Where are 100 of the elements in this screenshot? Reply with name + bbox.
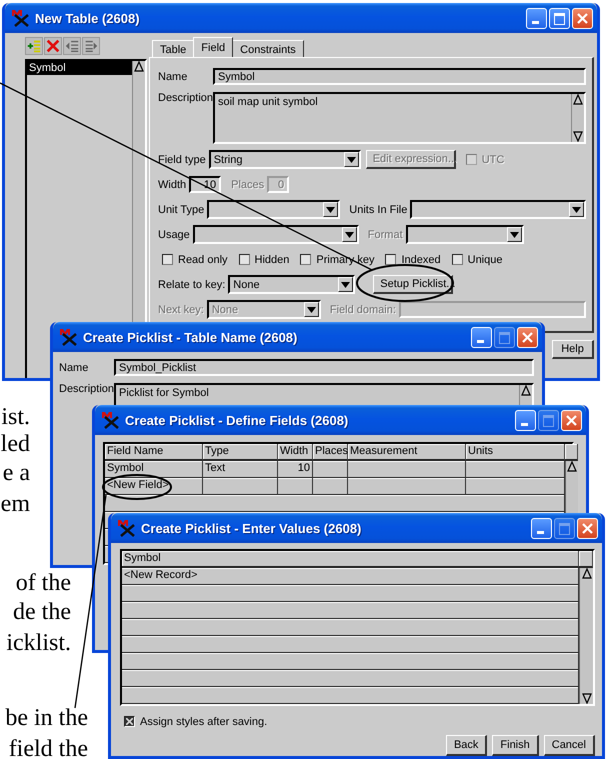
empty-row[interactable]	[122, 602, 579, 619]
empty-cell[interactable]	[466, 461, 565, 478]
tab[interactable]: Table	[152, 40, 194, 57]
close-button[interactable]	[572, 8, 593, 28]
table-cell[interactable]: <New Record>	[122, 568, 579, 585]
maximize-icon	[543, 414, 554, 426]
checkbox[interactable]	[238, 254, 250, 265]
text-area[interactable]: soil map unit symbol	[213, 92, 586, 144]
empty-cell[interactable]	[348, 461, 466, 478]
field-label: Field domain:	[330, 304, 396, 316]
empty-cell[interactable]	[348, 478, 466, 495]
minimize-button[interactable]	[526, 8, 547, 28]
close-button[interactable]	[561, 410, 582, 430]
dropdown-field[interactable]: String	[208, 150, 361, 169]
delete-icon[interactable]	[44, 37, 62, 55]
empty-cell[interactable]	[313, 478, 348, 495]
empty-row[interactable]	[122, 670, 579, 687]
maximize-button[interactable]	[549, 8, 570, 28]
close-icon	[565, 414, 578, 426]
page-text: de the	[12, 599, 71, 625]
column-header[interactable]: Measurement	[348, 444, 466, 461]
checkbox-label: Hidden	[254, 254, 290, 266]
table-cell[interactable]: Symbol	[105, 461, 203, 478]
minimize-icon	[477, 340, 484, 342]
window-title: Create Picklist - Table Name (2608)	[83, 330, 298, 344]
empty-row[interactable]	[105, 495, 565, 512]
page-text: led	[0, 431, 30, 457]
empty-cell[interactable]	[313, 461, 348, 478]
maximize-icon	[559, 522, 570, 534]
table-cell[interactable]: Text	[203, 461, 278, 478]
page-text: be in the	[4, 705, 88, 731]
field-label: Name	[158, 70, 188, 82]
checkbox-label: Read only	[178, 254, 228, 266]
scroll-up-icon[interactable]	[582, 568, 592, 580]
checkbox[interactable]	[385, 254, 396, 265]
scroll-up-icon[interactable]	[134, 61, 144, 73]
scroll-up-icon[interactable]	[521, 385, 531, 397]
empty-cell[interactable]	[466, 478, 565, 495]
dropdown-field[interactable]: None	[228, 275, 356, 294]
empty-cell[interactable]	[278, 478, 313, 495]
column-header[interactable]: Symbol	[122, 551, 579, 568]
maximize-icon	[554, 12, 565, 24]
dialog-button[interactable]: Back	[446, 735, 488, 756]
column-header[interactable]: Field Name	[105, 444, 203, 461]
column-header[interactable]: Units	[466, 444, 565, 461]
app-icon	[11, 9, 31, 27]
list-item[interactable]: Symbol	[27, 61, 132, 75]
table-cell[interactable]: 10	[278, 461, 313, 478]
app-icon	[117, 519, 137, 537]
empty-row[interactable]	[122, 653, 579, 670]
tab[interactable]: Constraints	[232, 40, 304, 57]
checkbox[interactable]	[124, 716, 135, 727]
close-button[interactable]	[517, 326, 538, 348]
empty-row[interactable]	[122, 687, 579, 704]
checkbox[interactable]	[300, 254, 312, 265]
tab[interactable]: Field	[193, 37, 234, 57]
scrollbar[interactable]	[579, 568, 593, 704]
app-icon	[59, 328, 79, 346]
minimize-icon	[532, 20, 539, 24]
minimize-button[interactable]	[515, 410, 536, 430]
empty-row[interactable]	[122, 636, 579, 653]
scrollbar[interactable]	[571, 94, 584, 142]
close-icon	[581, 522, 594, 534]
help-button[interactable]: Help	[552, 340, 594, 359]
field-label: Width	[158, 178, 186, 190]
field-label: Format	[368, 228, 403, 240]
scroll-up-icon[interactable]	[567, 461, 577, 473]
column-header[interactable]: Type	[203, 444, 278, 461]
dropdown-field[interactable]	[192, 225, 359, 244]
field-label: Unit Type	[158, 204, 204, 216]
close-button[interactable]	[577, 518, 598, 538]
page-text: em	[0, 491, 30, 517]
text-field[interactable]: Symbol	[213, 68, 586, 85]
checkbox[interactable]	[162, 254, 173, 265]
scroll-down-icon[interactable]	[573, 130, 583, 142]
empty-cell[interactable]	[203, 478, 278, 495]
scroll-down-icon[interactable]	[582, 692, 592, 704]
dropdown-field[interactable]	[410, 200, 586, 219]
dialog-button[interactable]: Finish	[492, 735, 539, 756]
column-header[interactable]: Width	[278, 444, 313, 461]
scroll-up-icon[interactable]	[573, 94, 583, 106]
page-text: ist.	[0, 404, 30, 430]
text-field[interactable]: Symbol_Picklist	[114, 359, 534, 376]
checkbox-label: Unique	[468, 254, 502, 266]
field-label: Name	[59, 362, 90, 374]
minimize-icon	[521, 422, 528, 426]
dropdown-field[interactable]	[207, 200, 340, 219]
dialog-button[interactable]: Cancel	[544, 735, 595, 756]
field-label: Description	[158, 92, 210, 104]
field-label: Relate to key:	[158, 278, 226, 290]
checkbox-label: Assign styles after saving.	[140, 716, 268, 728]
table-cell[interactable]: <New Field>	[105, 478, 203, 495]
add-list-icon[interactable]	[25, 37, 43, 55]
field-label: Description	[59, 383, 111, 395]
field-label: Field type	[158, 154, 206, 166]
checkbox[interactable]	[452, 254, 463, 265]
minimize-button[interactable]	[471, 326, 492, 348]
empty-row[interactable]	[122, 585, 579, 602]
empty-row[interactable]	[122, 619, 579, 636]
minimize-button[interactable]	[531, 518, 552, 538]
